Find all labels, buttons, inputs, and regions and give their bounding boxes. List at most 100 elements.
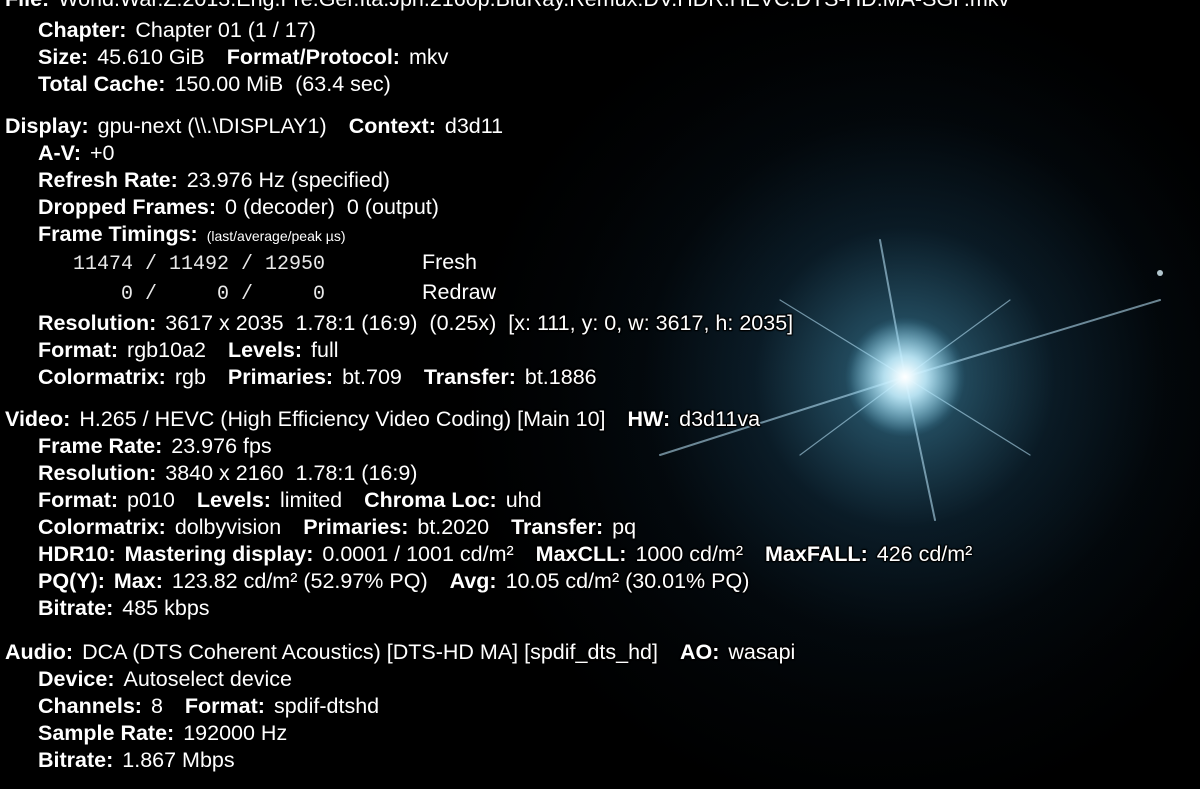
timing-last: 0 [120,283,133,306]
cache-value: 150.00 MiB (63.4 sec) [174,72,391,96]
file-value: World.War.Z.2013.Eng.Fre.Ger.Ita.Jpn.216… [58,0,1009,11]
ao-label: AO: [679,640,720,664]
channels-value: 8 [150,694,163,718]
file-label: File: [5,0,49,11]
timing-avg: 0 [217,283,230,306]
size-value: 45.610 GiB [97,45,205,69]
audio-bitrate-label: Bitrate: [38,748,114,772]
maxfall-value: 426 cd/m² [876,542,973,566]
chroma-loc-label: Chroma Loc: [364,488,497,512]
device-value: Autoselect device [123,667,293,691]
pqy-row: PQ(Y): Max: 123.82 cd/m² (52.97% PQ) Avg: 10… [38,568,749,595]
video-bitrate-label: Bitrate: [38,596,114,620]
video-colormatrix-row: Colormatrix: dolbyvision Primaries: bt.2020… [38,514,636,541]
video-format-label: Format: [38,488,119,512]
audio-bitrate-row: Bitrate: 1.867 Mbps [38,747,235,774]
maxcll-label: MaxCLL: [535,542,627,566]
frame-timings-note: (last/average/peak µs) [206,228,346,244]
display-resolution-row: Resolution: 3617 x 2035 1.78:1 (16:9) (0.… [38,310,793,337]
timing-name: Redraw [422,280,497,304]
hdr10-row: HDR10: Mastering display: 0.0001 / 1001 cd… [38,541,972,568]
video-bitrate-value: 485 kbps [122,596,210,620]
video-transfer-value: pq [612,515,637,539]
chroma-loc-value: uhd [505,488,542,512]
audio-value: DCA (DTS Coherent Acoustics) [DTS-HD MA]… [82,640,658,664]
channels-row: Channels: 8 Format: spdif-dtshd [38,693,379,720]
display-label: Display: [5,114,89,138]
cache-row: Total Cache: 150.00 MiB (63.4 sec) [38,71,391,98]
video-transfer-label: Transfer: [511,515,604,539]
display-primaries-value: bt.709 [342,365,402,389]
chapter-label: Chapter: [38,18,127,42]
audio-label: Audio: [5,640,74,664]
dropped-frames-value: 0 (decoder) 0 (output) [225,195,439,219]
display-colormatrix-label: Colormatrix: [38,365,166,389]
video-resolution-value: 3840 x 2160 1.78:1 (16:9) [165,461,418,485]
av-row: A-V: +0 [38,140,115,167]
ao-value: wasapi [728,640,796,664]
audio-format-value: spdif-dtshd [273,694,380,718]
display-colormatrix-row: Colormatrix: rgb Primaries: bt.709 Transfer:… [38,364,597,391]
hw-label: HW: [627,407,671,431]
av-value: +0 [90,141,115,165]
display-transfer-value: bt.1886 [524,365,597,389]
frame-rate-value: 23.976 fps [171,434,272,458]
av-label: A-V: [38,141,81,165]
video-resolution-label: Resolution: [38,461,157,485]
pqy-label: PQ(Y): [38,569,105,593]
hdr10-label: HDR10: [38,542,116,566]
audio-row: Audio: DCA (DTS Coherent Acoustics) [DTS-… [5,639,795,666]
video-format-row: Format: p010 Levels: limited Chroma Loc: uhd [38,487,542,514]
timing-last: 11474 [73,253,134,276]
audio-bitrate-value: 1.867 Mbps [122,748,235,772]
pqy-max-label: Max: [113,569,163,593]
frame-rate-label: Frame Rate: [38,434,163,458]
display-resolution-label: Resolution: [38,311,157,335]
video-primaries-label: Primaries: [303,515,409,539]
audio-format-label: Format: [184,694,265,718]
video-primaries-value: bt.2020 [417,515,490,539]
refresh-rate-row: Refresh Rate: 23.976 Hz (specified) [38,167,390,194]
timing-peak: 0 [313,283,326,306]
sample-rate-value: 192000 Hz [183,721,288,745]
display-levels-value: full [311,338,339,362]
display-format-label: Format: [38,338,119,362]
context-value: d3d11 [444,114,504,138]
display-resolution-value: 3617 x 2035 1.78:1 (16:9) (0.25x) [x: 11… [165,311,794,335]
video-colormatrix-label: Colormatrix: [38,515,166,539]
display-value: gpu-next (\\.\DISPLAY1) [97,114,327,138]
video-value: H.265 / HEVC (High Efficiency Video Codi… [79,407,606,431]
frame-timing-row-redraw: 0 / 0 / 0 Redraw [73,279,496,308]
mastering-label: Mastering display: [124,542,314,566]
dropped-frames-label: Dropped Frames: [38,195,217,219]
cache-label: Total Cache: [38,72,166,96]
maxfall-label: MaxFALL: [765,542,868,566]
display-format-value: rgb10a2 [127,338,206,362]
mastering-value: 0.0001 / 1001 cd/m² [322,542,514,566]
device-row: Device: Autoselect device [38,666,292,693]
display-format-row: Format: rgb10a2 Levels: full [38,337,339,364]
display-primaries-label: Primaries: [227,365,334,389]
video-label: Video: [5,407,71,431]
video-bitrate-row: Bitrate: 485 kbps [38,595,210,622]
sample-rate-label: Sample Rate: [38,721,175,745]
video-levels-label: Levels: [196,488,271,512]
hw-value: d3d11va [679,407,761,431]
display-row: Display: gpu-next (\\.\DISPLAY1) Context: d… [5,113,503,140]
chapter-value: Chapter 01 (1 / 17) [135,18,316,42]
frame-timings-row: Frame Timings: (last/average/peak µs) [38,221,346,250]
context-label: Context: [348,114,436,138]
size-label: Size: [38,45,89,69]
video-row: Video: H.265 / HEVC (High Efficiency Vide… [5,406,760,433]
file-row: File: World.War.Z.2013.Eng.Fre.Ger.Ita.Jp… [5,0,1009,13]
dropped-frames-row: Dropped Frames: 0 (decoder) 0 (output) [38,194,439,221]
format-protocol-label: Format/Protocol: [226,45,400,69]
frame-timings-label: Frame Timings: [38,222,198,246]
display-transfer-label: Transfer: [423,365,516,389]
timing-avg: 11492 [169,253,230,276]
pqy-avg-label: Avg: [449,569,497,593]
pqy-max-value: 123.82 cd/m² (52.97% PQ) [171,569,428,593]
video-levels-value: limited [279,488,343,512]
display-colormatrix-value: rgb [174,365,206,389]
video-format-value: p010 [127,488,175,512]
